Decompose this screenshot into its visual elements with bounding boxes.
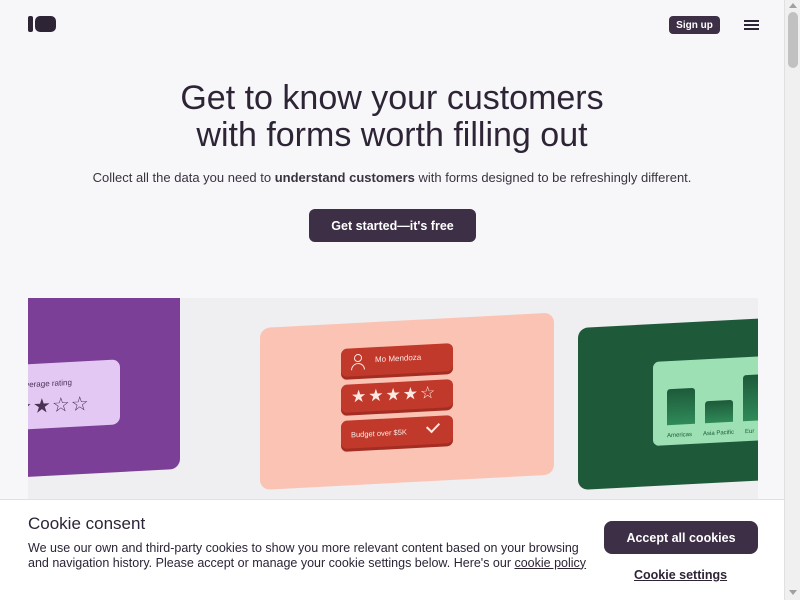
- person-body: [351, 362, 365, 371]
- product-showcase: Average rating ★★☆☆ Mo Mendoza ★★★★☆ Bud…: [28, 298, 758, 500]
- chart-panel: Americas Asia Pacific Eur: [653, 354, 758, 446]
- cookie-text: We use our own and third-party cookies t…: [28, 541, 593, 570]
- chart-bar-europe: [743, 373, 758, 422]
- person-icon: [351, 353, 365, 371]
- menu-line: [744, 20, 759, 22]
- rating-stars: ★★☆☆: [28, 392, 90, 419]
- subtitle-before: Collect all the data you need to: [92, 170, 275, 185]
- logo-icon[interactable]: [28, 16, 56, 32]
- menu-line: [744, 28, 759, 30]
- chart-label-asia-pacific: Asia Pacific: [703, 429, 735, 438]
- form-name: Mo Mendoza: [375, 352, 422, 365]
- get-started-button[interactable]: Get started—it's free: [309, 209, 476, 242]
- rating-label: Average rating: [28, 377, 72, 390]
- subtitle-bold: understand customers: [274, 170, 415, 185]
- cookie-body: We use our own and third-party cookies t…: [28, 541, 579, 570]
- logo-bar: [28, 16, 33, 32]
- cookie-settings-link[interactable]: Cookie settings: [634, 568, 727, 582]
- hero-headline: Get to know your customers with forms wo…: [0, 80, 784, 154]
- headline-line-2: with forms worth filling out: [196, 116, 588, 154]
- person-head: [354, 353, 362, 363]
- hamburger-menu-icon[interactable]: [744, 19, 759, 31]
- scrollbar-thumb[interactable]: [788, 12, 798, 68]
- form-stars: ★★★★☆: [351, 382, 438, 407]
- chart-label-europe: Eur: [745, 428, 755, 436]
- menu-line: [744, 24, 759, 26]
- form-budget: Budget over $5K: [351, 427, 407, 440]
- cookie-title: Cookie consent: [28, 514, 146, 533]
- scroll-down-arrow-icon[interactable]: [789, 590, 797, 595]
- form-name-field: Mo Mendoza: [341, 343, 453, 377]
- scroll-up-arrow-icon[interactable]: [789, 3, 797, 8]
- logo-pill: [35, 16, 56, 32]
- form-budget-field: Budget over $5K: [341, 415, 453, 449]
- rating-panel: Average rating ★★☆☆: [28, 359, 120, 430]
- cookie-policy-link[interactable]: cookie policy: [514, 556, 586, 570]
- chart-label-americas: Americas: [667, 431, 693, 440]
- chart-bar-asia-pacific: [705, 399, 733, 424]
- headline-line-1: Get to know your customers: [180, 79, 604, 117]
- page: Sign up Get to know your customers with …: [0, 0, 784, 600]
- hero-subtitle: Collect all the data you need to underst…: [0, 170, 784, 185]
- accept-cookies-button[interactable]: Accept all cookies: [604, 521, 758, 554]
- scrollbar[interactable]: [784, 0, 800, 600]
- check-icon: [425, 418, 441, 434]
- cookie-banner: Cookie consent We use our own and third-…: [0, 499, 784, 600]
- chart-bar-americas: [667, 387, 695, 426]
- subtitle-after: with forms designed to be refreshingly d…: [414, 170, 692, 185]
- signup-button[interactable]: Sign up: [669, 16, 720, 34]
- form-stars-field: ★★★★☆: [341, 379, 453, 413]
